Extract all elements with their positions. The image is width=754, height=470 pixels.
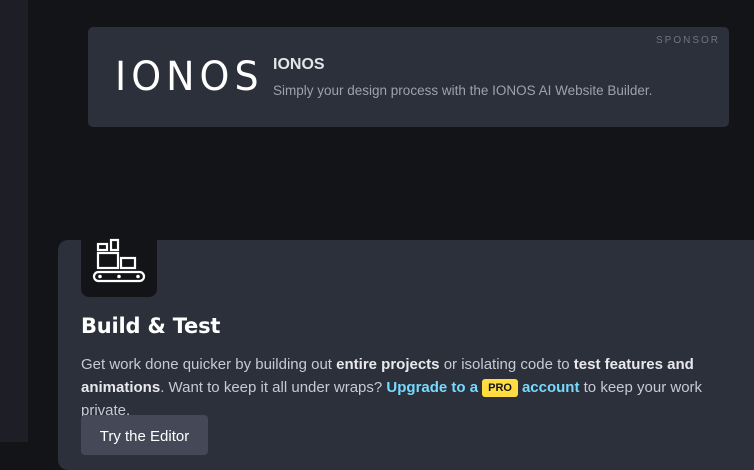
- feature-text-2: or isolating code to: [439, 356, 574, 373]
- account-link[interactable]: account: [522, 379, 580, 396]
- left-rail: [0, 0, 28, 442]
- pro-badge: PRO: [482, 379, 518, 397]
- sponsor-title[interactable]: IONOS: [273, 56, 325, 74]
- sponsor-badge: SPONSOR: [655, 35, 720, 46]
- upgrade-link[interactable]: Upgrade to a: [386, 379, 478, 396]
- try-editor-button[interactable]: Try the Editor: [81, 415, 208, 455]
- sponsor-description: Simply your design process with the IONO…: [273, 83, 653, 98]
- conveyor-boxes-icon: [92, 238, 146, 283]
- feature-bold-1: entire projects: [336, 356, 440, 373]
- feature-text-1: Get work done quicker by building out: [81, 356, 337, 373]
- feature-description: Get work done quicker by building out en…: [81, 353, 751, 422]
- build-test-card: Build & Test Get work done quicker by bu…: [58, 226, 754, 470]
- ionos-logo[interactable]: IONOS: [115, 50, 264, 103]
- feature-text-3: . Want to keep it all under wraps?: [160, 379, 387, 396]
- feature-title: Build & Test: [81, 314, 221, 338]
- sponsor-card[interactable]: SPONSOR IONOS IONOS Simply your design p…: [88, 27, 729, 127]
- feature-icon-container: [81, 226, 157, 297]
